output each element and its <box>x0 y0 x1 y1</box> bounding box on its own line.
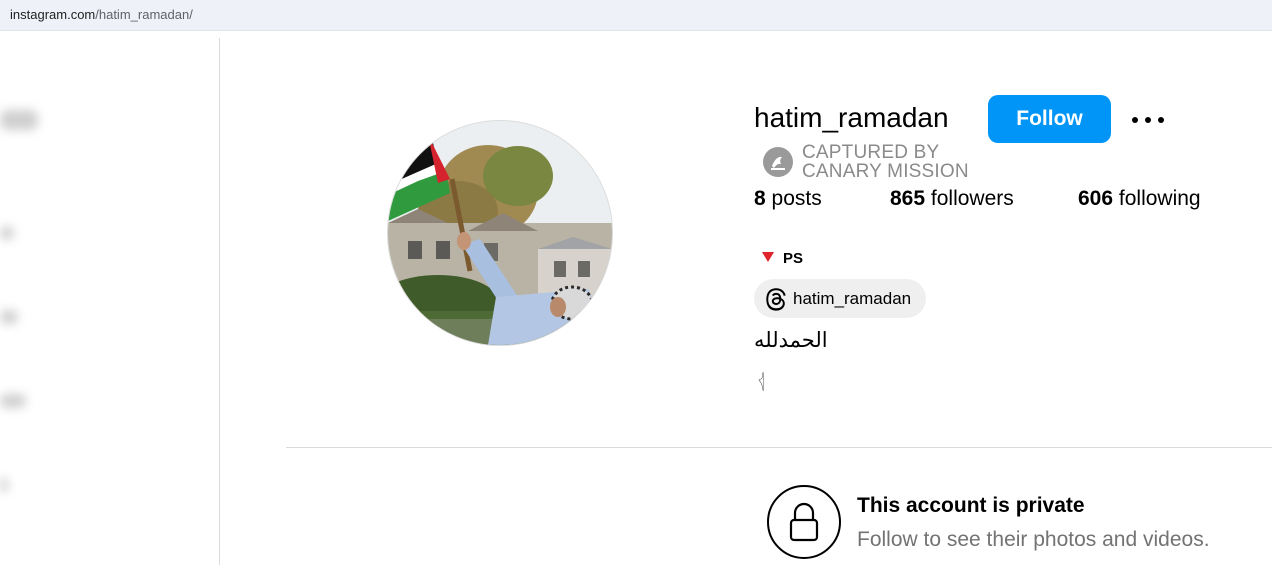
url-domain: instagram.com <box>10 7 96 22</box>
lock-icon <box>767 485 841 559</box>
posts-number: 8 <box>754 187 766 210</box>
location-label: PS <box>783 250 804 267</box>
bio-line-2: 𓂆 <box>758 370 765 390</box>
private-account-subtitle: Follow to see their photos and videos. <box>857 528 1210 551</box>
profile-avatar[interactable] <box>387 120 613 346</box>
threads-handle: hatim_ramadan <box>793 289 912 308</box>
followers-label: followers <box>930 187 1014 210</box>
sidebar-item-blurred[interactable] <box>0 394 26 408</box>
posts-label: posts <box>771 187 822 210</box>
red-triangle-icon <box>762 252 774 262</box>
watermark-line-2: CANARY MISSION <box>802 161 969 182</box>
section-divider <box>286 447 1272 448</box>
following-number: 606 <box>1078 187 1114 210</box>
browser-address-bar[interactable]: instagram.com/hatim_ramadan/ <box>0 0 1272 31</box>
followers-number: 865 <box>890 187 926 210</box>
threads-link[interactable]: hatim_ramadan <box>754 279 926 318</box>
followers-link[interactable]: 865 followers <box>890 187 1014 211</box>
bio-line-1: الحمدلله <box>754 329 828 352</box>
avatar-photo <box>388 121 612 345</box>
follow-button[interactable]: Follow <box>988 95 1111 143</box>
sidebar-logo-blurred[interactable] <box>0 110 38 130</box>
sidebar <box>0 38 220 565</box>
canary-mission-logo-icon <box>763 147 793 177</box>
following-label: following <box>1118 187 1201 210</box>
sidebar-item-blurred[interactable] <box>0 310 18 324</box>
private-account-title: This account is private <box>857 494 1085 517</box>
threads-icon <box>766 288 786 311</box>
posts-count: 8 posts <box>754 187 822 211</box>
url-text[interactable]: instagram.com/hatim_ramadan/ <box>10 7 193 22</box>
profile-username: hatim_ramadan <box>754 102 949 133</box>
lock-glyph <box>789 502 819 542</box>
following-link[interactable]: 606 following <box>1078 187 1201 211</box>
sidebar-item-blurred[interactable] <box>0 226 14 240</box>
url-path: /hatim_ramadan/ <box>95 7 193 22</box>
sidebar-item-blurred[interactable] <box>0 478 8 492</box>
more-options-icon[interactable] <box>1128 104 1168 134</box>
